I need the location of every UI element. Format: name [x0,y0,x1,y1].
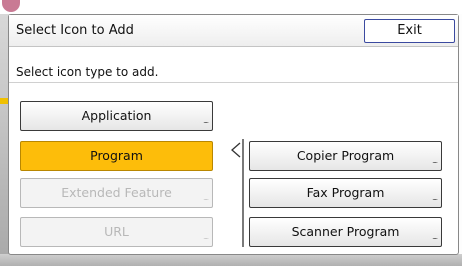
dialog-instruction: Select icon type to add. [16,65,159,79]
program-button[interactable]: Program [20,141,213,171]
program-button-label: Program [90,148,143,163]
url-button-label: URL [104,224,129,239]
background-footer [0,254,462,266]
extended-feature-button-label: Extended Feature [61,185,172,200]
extended-feature-button: Extended Feature .... [20,178,213,208]
more-options-icon: .... [203,194,209,202]
scanner-program-button-label: Scanner Program [291,224,400,239]
application-button-label: Application [81,108,152,123]
more-options-icon: .... [203,233,209,241]
divider [9,82,458,83]
background-marker [0,98,8,104]
screen: Select Icon to Add Exit Select icon type… [0,0,462,266]
application-button[interactable]: Application .... [20,101,213,131]
more-options-icon: .... [432,194,438,202]
copier-program-button-label: Copier Program [296,148,395,163]
brace-connector-icon [231,139,244,247]
more-options-icon: .... [432,233,438,241]
fax-program-button-label: Fax Program [306,185,385,200]
fax-program-button[interactable]: Fax Program .... [249,178,442,208]
background-header [0,0,462,14]
dialog-title: Select Icon to Add [16,23,134,38]
url-button: URL .... [20,217,213,247]
copier-program-button[interactable]: Copier Program .... [249,141,442,171]
select-icon-dialog: Select Icon to Add Exit Select icon type… [8,14,459,255]
scanner-program-button[interactable]: Scanner Program .... [249,217,442,247]
more-options-icon: .... [432,157,438,165]
dialog-titlebar: Select Icon to Add Exit [9,15,458,47]
exit-button[interactable]: Exit [364,19,455,43]
more-options-icon: .... [203,117,209,125]
